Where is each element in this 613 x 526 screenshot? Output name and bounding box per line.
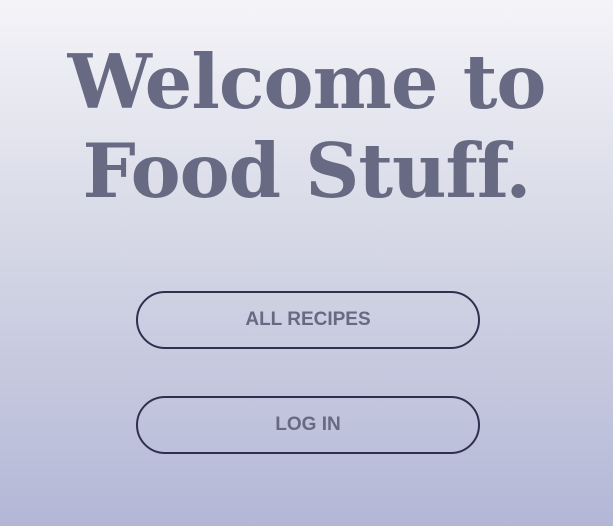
- page-title: Welcome to Food Stuff.: [0, 38, 613, 216]
- title-line-1: Welcome to: [67, 38, 547, 126]
- title-line-2: Food Stuff.: [82, 127, 531, 215]
- login-button[interactable]: LOG IN: [136, 396, 480, 454]
- all-recipes-button[interactable]: ALL RECIPES: [136, 291, 480, 349]
